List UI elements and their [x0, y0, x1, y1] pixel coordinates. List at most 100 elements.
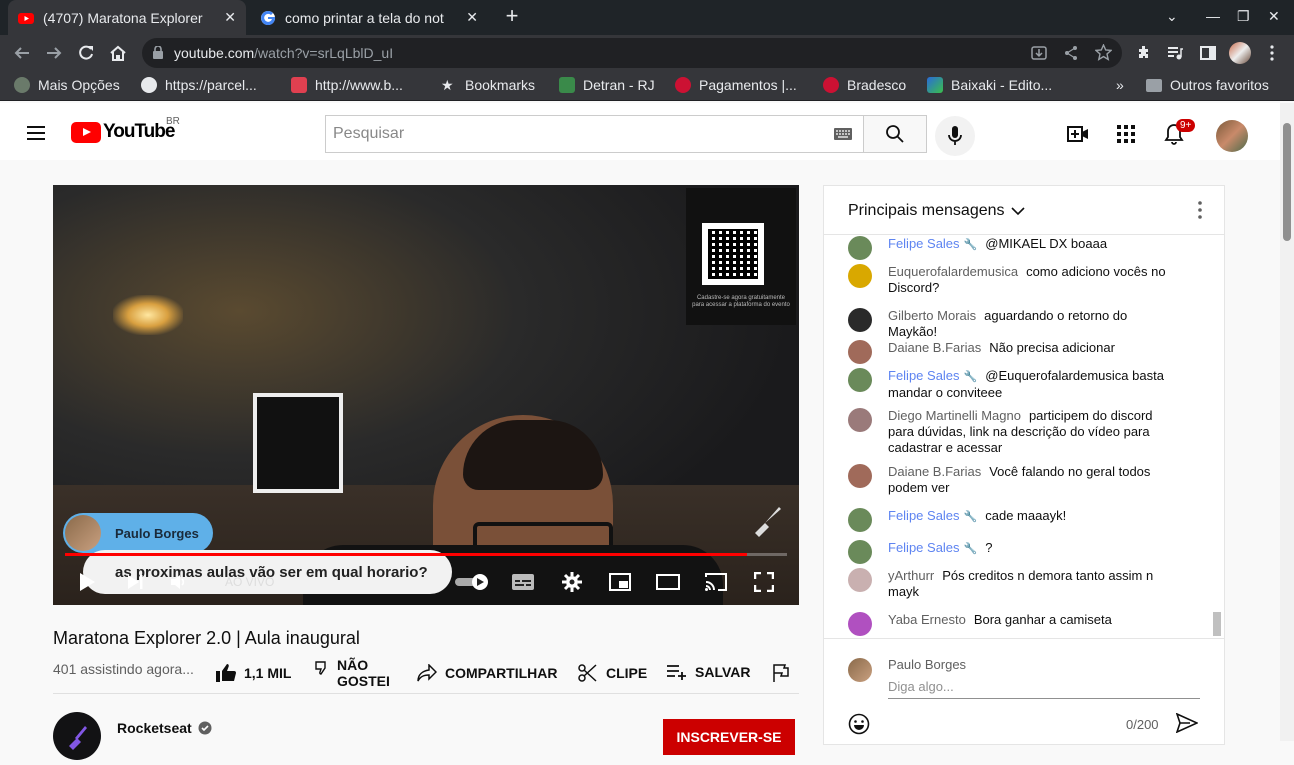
tab-google[interactable]: como printar a tela do not ✕ [250, 0, 488, 35]
media-queue-icon[interactable] [1163, 41, 1187, 65]
maximize-icon[interactable]: ❐ [1237, 8, 1250, 25]
avatar[interactable] [848, 540, 872, 564]
miniplayer-icon[interactable] [606, 568, 634, 596]
chat-message-input[interactable]: Diga algo... [888, 679, 1200, 699]
share-button[interactable]: COMPARTILHAR [417, 664, 558, 682]
settings-gear-icon[interactable] [558, 568, 586, 596]
clip-button[interactable]: CLIPE [578, 664, 647, 682]
avatar[interactable] [848, 464, 872, 488]
search-input[interactable]: Pesquisar [325, 115, 864, 153]
reload-icon[interactable] [74, 41, 98, 65]
bookmark-pagamentos[interactable]: Pagamentos |... [675, 77, 797, 93]
progress-bar[interactable] [65, 553, 787, 556]
chat-message[interactable]: Gilberto Morais aguardando o retorno do M… [848, 308, 1178, 340]
page-scrollbar[interactable] [1280, 103, 1294, 741]
avatar[interactable] [848, 340, 872, 364]
address-bar[interactable]: youtube.com/watch?v=srLqLblD_uI [142, 38, 1122, 68]
video-player[interactable]: Cadastre-se agora gratuitamente para ace… [53, 185, 799, 605]
chevron-down-icon[interactable]: ⌄ [1166, 8, 1178, 25]
kebab-menu-icon[interactable] [1260, 41, 1284, 65]
channel-name[interactable]: Rocketseat [117, 720, 212, 736]
more-bookmarks-button[interactable]: » [1116, 77, 1124, 93]
profile-avatar-icon[interactable] [1228, 41, 1252, 65]
cast-icon[interactable] [702, 568, 730, 596]
chat-mode-dropdown[interactable]: Principais mensagens [848, 202, 1025, 220]
subscribe-button[interactable]: INSCREVER-SE [663, 719, 795, 755]
chat-message[interactable]: Felipe Sales 🔧 cade maaayk! [848, 508, 1178, 532]
create-video-icon[interactable] [1066, 122, 1090, 146]
chat-message[interactable]: Daiane B.Farias Não precisa adicionar [848, 340, 1178, 364]
emoji-icon[interactable] [848, 713, 870, 735]
bookmark-bookmarks[interactable]: ★ Bookmarks [441, 77, 535, 93]
star-icon[interactable] [1095, 44, 1112, 61]
volume-icon[interactable] [165, 568, 193, 596]
next-icon[interactable] [121, 568, 149, 596]
report-flag-button[interactable] [773, 664, 797, 682]
dislike-button[interactable]: NÃO GOSTEI [315, 657, 390, 689]
bookmark-parcel[interactable]: https://parcel... [141, 77, 257, 93]
avatar[interactable] [848, 508, 872, 532]
chat-author[interactable]: Felipe Sales [888, 368, 960, 383]
close-window-icon[interactable]: ✕ [1268, 8, 1280, 25]
chat-message[interactable]: Felipe Sales 🔧? [848, 540, 1178, 564]
more-options-icon[interactable] [1198, 201, 1202, 219]
like-button[interactable]: 1,1 MIL [216, 664, 291, 682]
minimize-icon[interactable]: — [1206, 8, 1220, 24]
search-button[interactable] [863, 115, 927, 153]
chat-author[interactable]: Daiane B.Farias [888, 340, 981, 355]
avatar[interactable] [848, 612, 872, 636]
chat-scrollbar[interactable] [1213, 612, 1221, 636]
chat-author[interactable]: Daiane B.Farias [888, 464, 981, 479]
fullscreen-icon[interactable] [750, 568, 778, 596]
chat-author[interactable]: Diego Martinelli Magno [888, 408, 1021, 423]
chat-author[interactable]: Gilberto Morais [888, 308, 976, 323]
chat-message[interactable]: Yaba Ernesto Bora ganhar a camiseta [848, 612, 1178, 636]
other-favorites-folder[interactable]: Outros favoritos [1146, 77, 1269, 93]
play-icon[interactable] [73, 568, 101, 596]
avatar[interactable] [848, 568, 872, 592]
close-icon[interactable]: ✕ [224, 9, 236, 26]
bookmark-baixaki[interactable]: Baixaki - Edito... [927, 77, 1052, 93]
subtitles-icon[interactable] [509, 568, 537, 596]
share-icon[interactable] [1063, 45, 1079, 61]
channel-avatar[interactable] [53, 712, 101, 760]
send-icon[interactable] [1176, 713, 1198, 733]
home-icon[interactable] [106, 41, 130, 65]
avatar[interactable] [848, 308, 872, 332]
chat-author[interactable]: Felipe Sales [888, 540, 960, 555]
bookmark-www[interactable]: http://www.b... [291, 77, 403, 93]
chat-author[interactable]: Felipe Sales [888, 236, 960, 251]
avatar[interactable] [848, 408, 872, 432]
bookmark-detran[interactable]: Detran - RJ [559, 77, 655, 93]
new-tab-button[interactable]: + [500, 5, 524, 29]
bookmark-bradesco[interactable]: Bradesco [823, 77, 906, 93]
chat-message[interactable]: Daiane B.Farias Você falando no geral tod… [848, 464, 1178, 496]
keyboard-icon[interactable] [834, 128, 852, 140]
avatar[interactable] [848, 236, 872, 260]
hamburger-menu-icon[interactable] [24, 121, 48, 150]
apps-grid-icon[interactable] [1114, 122, 1138, 146]
close-icon[interactable]: ✕ [466, 9, 478, 26]
chat-message[interactable]: Felipe Sales 🔧 @Euquerofalardemusica basta… [848, 368, 1178, 401]
side-panel-icon[interactable] [1196, 41, 1220, 65]
bookmark-mais-opcoes[interactable]: Mais Opções [14, 77, 120, 93]
youtube-logo[interactable]: YouTube BR [71, 116, 180, 143]
avatar[interactable] [848, 264, 872, 288]
chat-message[interactable]: Diego Martinelli Magno participem do disc… [848, 408, 1178, 456]
autoplay-toggle[interactable] [455, 568, 491, 596]
back-arrow-icon[interactable] [10, 41, 34, 65]
avatar[interactable] [1216, 120, 1248, 152]
install-app-icon[interactable] [1031, 45, 1047, 61]
scrollbar-thumb[interactable] [1283, 123, 1291, 241]
chat-message[interactable]: Euquerofalardemusica como adiciono vocês … [848, 264, 1178, 296]
extensions-icon[interactable] [1132, 41, 1156, 65]
save-button[interactable]: SALVAR [667, 664, 750, 680]
tab-youtube[interactable]: (4707) Maratona Explorer ✕ [8, 0, 246, 35]
chat-author[interactable]: Felipe Sales [888, 508, 960, 523]
chat-author[interactable]: Yaba Ernesto [888, 612, 966, 627]
chat-message[interactable]: yArthurr Pós creditos n demora tanto assi… [848, 568, 1178, 600]
avatar[interactable] [848, 368, 872, 392]
chat-author[interactable]: yArthurr [888, 568, 934, 583]
forward-arrow-icon[interactable] [42, 41, 66, 65]
chat-message[interactable]: Felipe Sales 🔧 @MIKAEL DX boaaa [848, 236, 1178, 260]
